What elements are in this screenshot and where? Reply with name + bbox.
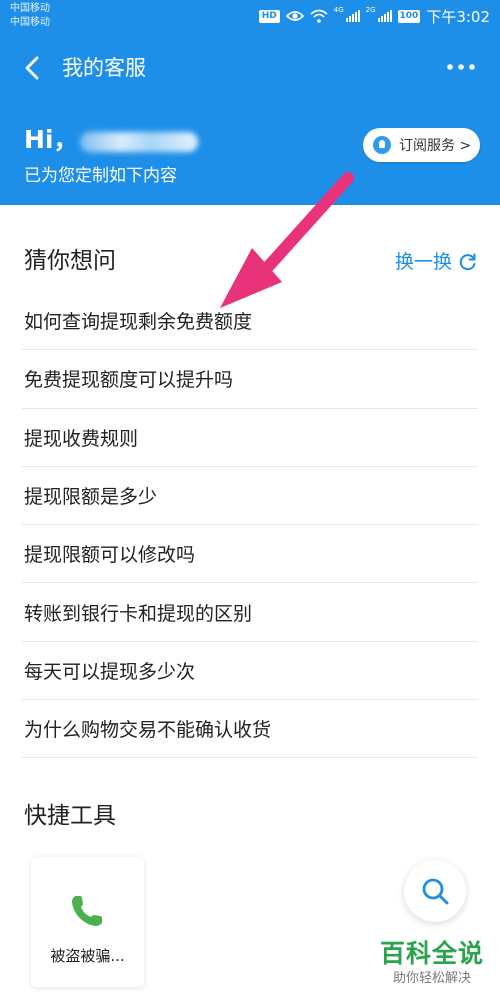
tool-label: 被盗被骗...: [50, 947, 125, 965]
carrier-label-1: 中国移动: [10, 3, 50, 14]
network-type-2: 2G: [365, 6, 376, 14]
signal-icon-2: [377, 10, 392, 22]
clock: 下午3:02: [426, 7, 490, 26]
signal-icon-1: [345, 10, 360, 22]
network-type-1: 4G: [333, 6, 344, 14]
refresh-label: 换一换: [394, 251, 452, 273]
section-title-guess: 猜你想问: [24, 248, 116, 274]
eye-icon: [285, 11, 304, 21]
question-item[interactable]: 免费提现额度可以提升吗: [22, 350, 478, 409]
watermark: 百科全说 助你轻松解决: [372, 938, 492, 988]
bell-icon: [373, 136, 391, 154]
question-item[interactable]: 提现限额可以修改吗: [22, 525, 478, 584]
question-item[interactable]: 提现收费规则: [22, 409, 478, 467]
back-icon[interactable]: [18, 53, 48, 83]
battery-icon: 100: [397, 9, 421, 23]
tool-card-fraud[interactable]: 被盗被骗...: [31, 857, 144, 987]
refresh-icon: [459, 253, 476, 271]
hd-icon: HD: [258, 9, 280, 23]
blurred-username: [80, 132, 198, 152]
search-button[interactable]: [404, 860, 466, 922]
section-title-tools: 快捷工具: [24, 803, 116, 829]
question-item[interactable]: 每天可以提现多少次: [22, 642, 478, 701]
refresh-button[interactable]: 换一换: [395, 248, 478, 276]
page-title: 我的客服: [62, 56, 146, 80]
carrier-label-2: 中国移动: [10, 17, 50, 28]
question-item[interactable]: 提现限额是多少: [22, 467, 478, 526]
header-subtitle: 已为您定制如下内容: [24, 166, 177, 186]
watermark-subtitle: 助你轻松解决: [392, 971, 471, 986]
question-item[interactable]: 转账到银行卡和提现的区别: [22, 583, 478, 642]
question-item[interactable]: 为什么购物交易不能确认收货: [22, 700, 478, 759]
more-icon[interactable]: [444, 55, 478, 79]
question-item[interactable]: 如何查询提现剩余免费额度: [22, 292, 478, 351]
header: 我的客服 Hi， 已为您定制如下内容 订阅服务 >: [0, 33, 500, 205]
search-icon: [422, 878, 449, 905]
subscribe-label: 订阅服务 >: [399, 138, 472, 154]
question-list: 如何查询提现剩余免费额度 免费提现额度可以提升吗 提现收费规则 提现限额是多少 …: [0, 292, 500, 759]
greeting: Hi，: [24, 125, 79, 154]
watermark-title: 百科全说: [379, 939, 484, 968]
phone-icon: [72, 896, 102, 926]
status-bar: 中国移动 中国移动 HD 4G 2G 100 下午3:02: [0, 0, 500, 33]
wifi-icon: [310, 9, 328, 23]
subscribe-service-button[interactable]: 订阅服务 >: [363, 128, 480, 162]
